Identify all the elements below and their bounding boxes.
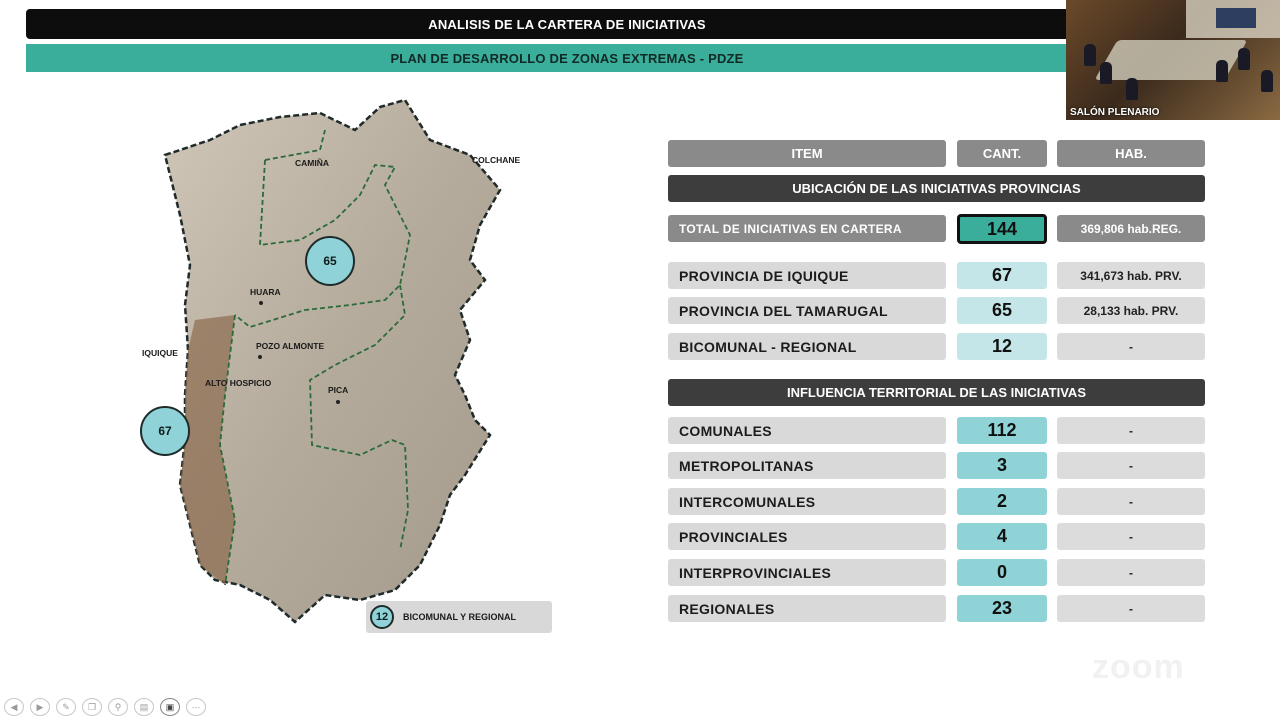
place-label-iquique: IQUIQUE [142, 348, 178, 358]
tamarugal-count-bubble: 65 [305, 236, 355, 286]
table-row-hab: - [1057, 333, 1205, 360]
header-cant: CANT. [957, 140, 1047, 167]
header-item: ITEM [668, 140, 946, 167]
place-label-camina: CAMIÑA [295, 158, 329, 168]
table-row-cant: 112 [957, 417, 1047, 444]
table-row-cant: 0 [957, 559, 1047, 586]
table-row-cant: 4 [957, 523, 1047, 550]
section-ubicacion: UBICACIÓN DE LAS INICIATIVAS PROVINCIAS [668, 175, 1205, 202]
zoom-icon[interactable]: ⚲ [108, 698, 128, 716]
video-person [1100, 62, 1112, 84]
table-row-item: INTERPROVINCIALES [668, 559, 946, 586]
participant-video-tile[interactable]: SALÓN PLENARIO [1066, 0, 1280, 120]
table-row-cant: 3 [957, 452, 1047, 479]
table-row-item: COMUNALES [668, 417, 946, 444]
table-row-cant: 67 [957, 262, 1047, 289]
table-row-hab: 28,133 hab. PRV. [1057, 297, 1205, 324]
place-label-pica: PICA [328, 385, 349, 395]
place-label-colchane: COLCHANE [472, 155, 521, 165]
total-cant-value: 144 [957, 214, 1047, 244]
table-row-hab: - [1057, 488, 1205, 515]
slide-subtitle: PLAN DE DESARROLLO DE ZONAS EXTREMAS - P… [26, 44, 1108, 72]
previous-icon[interactable]: ◀ [4, 698, 24, 716]
table-row-item: PROVINCIA DEL TAMARUGAL [668, 297, 946, 324]
slide-title: ANALISIS DE LA CARTERA DE INICIATIVAS [26, 9, 1108, 39]
table-row-hab: - [1057, 595, 1205, 622]
pica-marker [336, 400, 340, 404]
table-row-hab: - [1057, 559, 1205, 586]
table-row-cant: 12 [957, 333, 1047, 360]
presentation-toolbar: ◀ ▶ ✎ ❐ ⚲ ▤ ▣ ⋯ [4, 698, 206, 716]
video-caption: SALÓN PLENARIO [1070, 107, 1160, 118]
section-influencia: INFLUENCIA TERRITORIAL DE LAS INICIATIVA… [668, 379, 1205, 406]
more-icon[interactable]: ⋯ [186, 698, 206, 716]
copy-icon[interactable]: ❐ [82, 698, 102, 716]
legend-count-circle: 12 [370, 605, 394, 629]
video-person [1126, 78, 1138, 100]
table-row-item: REGIONALES [668, 595, 946, 622]
table-row-hab: - [1057, 523, 1205, 550]
place-label-pozo-almonte: POZO ALMONTE [256, 341, 325, 351]
table-row-cant: 2 [957, 488, 1047, 515]
iquique-count-bubble: 67 [140, 406, 190, 456]
table-row-cant: 65 [957, 297, 1047, 324]
place-label-alto-hospicio: ALTO HOSPICIO [205, 378, 272, 388]
table-row-item: METROPOLITANAS [668, 452, 946, 479]
total-item-label: TOTAL DE INICIATIVAS EN CARTERA [668, 215, 946, 242]
place-label-huara: HUARA [250, 287, 281, 297]
total-hab-value: 369,806 hab.REG. [1057, 215, 1205, 242]
table-row-item: INTERCOMUNALES [668, 488, 946, 515]
video-person [1261, 70, 1273, 92]
legend-label: BICOMUNAL Y REGIONAL [403, 612, 517, 622]
huara-marker [259, 301, 263, 305]
table-row-hab: - [1057, 417, 1205, 444]
zoom-watermark: zoom [1092, 648, 1185, 686]
camera-icon[interactable]: ▣ [160, 698, 180, 716]
region-map-shape [163, 98, 502, 624]
region-map: CAMIÑA COLCHANE HUARA IQUIQUE POZO ALMON… [130, 95, 530, 630]
video-person [1216, 60, 1228, 82]
pen-icon[interactable]: ✎ [56, 698, 76, 716]
video-person [1084, 44, 1096, 66]
table-row-cant: 23 [957, 595, 1047, 622]
table-row-item: PROVINCIALES [668, 523, 946, 550]
video-person [1238, 48, 1250, 70]
subtitles-icon[interactable]: ▤ [134, 698, 154, 716]
table-row-hab: 341,673 hab. PRV. [1057, 262, 1205, 289]
table-row-item: PROVINCIA DE IQUIQUE [668, 262, 946, 289]
header-hab: HAB. [1057, 140, 1205, 167]
pozo-almonte-marker [258, 355, 262, 359]
video-screen [1216, 8, 1256, 28]
table-row-hab: - [1057, 452, 1205, 479]
map-legend: 12 BICOMUNAL Y REGIONAL [366, 601, 552, 633]
next-icon[interactable]: ▶ [30, 698, 50, 716]
table-row-item: BICOMUNAL - REGIONAL [668, 333, 946, 360]
